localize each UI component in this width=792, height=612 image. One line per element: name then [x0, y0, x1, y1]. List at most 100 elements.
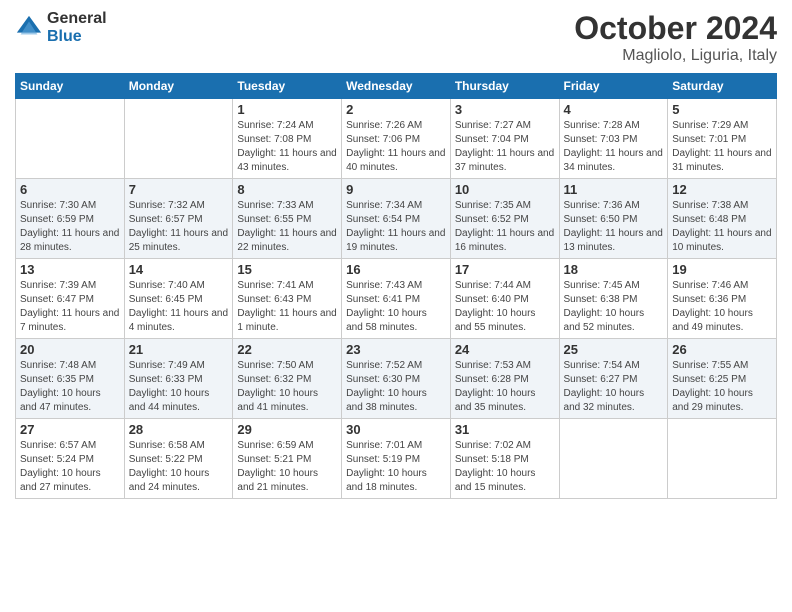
day-number: 23: [346, 342, 446, 357]
header-sunday: Sunday: [16, 74, 125, 99]
day-info: Sunrise: 7:01 AMSunset: 5:19 PMDaylight:…: [346, 439, 446, 495]
day-number: 24: [455, 342, 555, 357]
calendar-cell: 2Sunrise: 7:26 AMSunset: 7:06 PMDaylight…: [342, 99, 451, 179]
day-info: Sunrise: 7:49 AMSunset: 6:33 PMDaylight:…: [129, 359, 229, 415]
calendar-cell: [16, 99, 125, 179]
header-thursday: Thursday: [450, 74, 559, 99]
calendar-cell: 13 Sunrise: 7:39 AMSunset: 6:47 PMDayligh…: [16, 259, 125, 339]
day-info: Sunrise: 7:55 AMSunset: 6:25 PMDaylight:…: [672, 359, 772, 415]
calendar-cell: 25 Sunrise: 7:54 AMSunset: 6:27 PMDayligh…: [559, 339, 668, 419]
day-info: Sunrise: 7:29 AMSunset: 7:01 PMDaylight:…: [672, 119, 772, 175]
day-number: 20: [20, 342, 120, 357]
header-tuesday: Tuesday: [233, 74, 342, 99]
calendar-cell: 30 Sunrise: 7:01 AMSunset: 5:19 PMDayligh…: [342, 419, 451, 499]
calendar-cell: [559, 419, 668, 499]
day-info: Sunrise: 7:43 AMSunset: 6:41 PMDaylight:…: [346, 279, 446, 335]
title-block: October 2024 Magliolo, Liguria, Italy: [574, 10, 777, 65]
day-info: Sunrise: 7:50 AMSunset: 6:32 PMDaylight:…: [237, 359, 337, 415]
day-info: Sunrise: 7:24 AMSunset: 7:08 PMDaylight:…: [237, 119, 337, 175]
day-number: 10: [455, 182, 555, 197]
calendar-cell: 24Sunrise: 7:53 AMSunset: 6:28 PMDayligh…: [450, 339, 559, 419]
calendar-cell: 26 Sunrise: 7:55 AMSunset: 6:25 PMDayligh…: [668, 339, 777, 419]
logo-general: General: [47, 10, 107, 28]
calendar-cell: 29Sunrise: 6:59 AMSunset: 5:21 PMDayligh…: [233, 419, 342, 499]
header-monday: Monday: [124, 74, 233, 99]
day-number: 30: [346, 422, 446, 437]
day-number: 7: [129, 182, 229, 197]
calendar-cell: 19Sunrise: 7:46 AMSunset: 6:36 PMDayligh…: [668, 259, 777, 339]
day-info: Sunrise: 7:28 AMSunset: 7:03 PMDaylight:…: [564, 119, 664, 175]
calendar-cell: 12 Sunrise: 7:38 AMSunset: 6:48 PMDayligh…: [668, 179, 777, 259]
day-number: 21: [129, 342, 229, 357]
day-number: 15: [237, 262, 337, 277]
location: Magliolo, Liguria, Italy: [574, 47, 777, 65]
day-info: Sunrise: 7:30 AMSunset: 6:59 PMDaylight:…: [20, 199, 120, 255]
calendar-cell: 6Sunrise: 7:30 AMSunset: 6:59 PMDaylight…: [16, 179, 125, 259]
calendar-cell: 20 Sunrise: 7:48 AMSunset: 6:35 PMDayligh…: [16, 339, 125, 419]
day-number: 17: [455, 262, 555, 277]
calendar-cell: 31 Sunrise: 7:02 AMSunset: 5:18 PMDayligh…: [450, 419, 559, 499]
day-info: Sunrise: 7:45 AMSunset: 6:38 PMDaylight:…: [564, 279, 664, 335]
logo-blue: Blue: [47, 28, 107, 46]
calendar-cell: 10Sunrise: 7:35 AMSunset: 6:52 PMDayligh…: [450, 179, 559, 259]
calendar-table: SundayMondayTuesdayWednesdayThursdayFrid…: [15, 73, 777, 499]
page-container: General Blue October 2024 Magliolo, Ligu…: [0, 0, 792, 509]
day-number: 27: [20, 422, 120, 437]
day-info: Sunrise: 7:44 AMSunset: 6:40 PMDaylight:…: [455, 279, 555, 335]
calendar-cell: 15 Sunrise: 7:41 AMSunset: 6:43 PMDayligh…: [233, 259, 342, 339]
calendar-cell: 8Sunrise: 7:33 AMSunset: 6:55 PMDaylight…: [233, 179, 342, 259]
calendar-header: SundayMondayTuesdayWednesdayThursdayFrid…: [16, 74, 777, 99]
header: General Blue October 2024 Magliolo, Ligu…: [15, 10, 777, 65]
day-info: Sunrise: 7:52 AMSunset: 6:30 PMDaylight:…: [346, 359, 446, 415]
day-info: Sunrise: 6:57 AMSunset: 5:24 PMDaylight:…: [20, 439, 120, 495]
logo-text: General Blue: [47, 10, 107, 45]
day-info: Sunrise: 6:58 AMSunset: 5:22 PMDaylight:…: [129, 439, 229, 495]
day-number: 31: [455, 422, 555, 437]
day-number: 13: [20, 262, 120, 277]
day-info: Sunrise: 7:48 AMSunset: 6:35 PMDaylight:…: [20, 359, 120, 415]
calendar-cell: 27 Sunrise: 6:57 AMSunset: 5:24 PMDayligh…: [16, 419, 125, 499]
header-saturday: Saturday: [668, 74, 777, 99]
day-info: Sunrise: 7:41 AMSunset: 6:43 PMDaylight:…: [237, 279, 337, 335]
logo: General Blue: [15, 10, 107, 45]
day-number: 22: [237, 342, 337, 357]
day-info: Sunrise: 7:34 AMSunset: 6:54 PMDaylight:…: [346, 199, 446, 255]
calendar-cell: 11Sunrise: 7:36 AMSunset: 6:50 PMDayligh…: [559, 179, 668, 259]
day-info: Sunrise: 7:39 AMSunset: 6:47 PMDaylight:…: [20, 279, 120, 335]
day-number: 1: [237, 102, 337, 117]
calendar-cell: 23 Sunrise: 7:52 AMSunset: 6:30 PMDayligh…: [342, 339, 451, 419]
day-info: Sunrise: 7:54 AMSunset: 6:27 PMDaylight:…: [564, 359, 664, 415]
month-title: October 2024: [574, 10, 777, 47]
calendar-cell: 16 Sunrise: 7:43 AMSunset: 6:41 PMDayligh…: [342, 259, 451, 339]
calendar-cell: [668, 419, 777, 499]
day-number: 19: [672, 262, 772, 277]
day-info: Sunrise: 7:38 AMSunset: 6:48 PMDaylight:…: [672, 199, 772, 255]
day-number: 12: [672, 182, 772, 197]
day-number: 3: [455, 102, 555, 117]
day-number: 2: [346, 102, 446, 117]
calendar-cell: 4 Sunrise: 7:28 AMSunset: 7:03 PMDaylight…: [559, 99, 668, 179]
calendar-cell: 9 Sunrise: 7:34 AMSunset: 6:54 PMDaylight…: [342, 179, 451, 259]
day-number: 25: [564, 342, 664, 357]
day-number: 9: [346, 182, 446, 197]
calendar-cell: 22 Sunrise: 7:50 AMSunset: 6:32 PMDayligh…: [233, 339, 342, 419]
day-info: Sunrise: 7:02 AMSunset: 5:18 PMDaylight:…: [455, 439, 555, 495]
day-number: 8: [237, 182, 337, 197]
logo-icon: [15, 14, 43, 42]
day-number: 4: [564, 102, 664, 117]
day-number: 16: [346, 262, 446, 277]
calendar-cell: 18 Sunrise: 7:45 AMSunset: 6:38 PMDayligh…: [559, 259, 668, 339]
day-number: 14: [129, 262, 229, 277]
day-info: Sunrise: 7:40 AMSunset: 6:45 PMDaylight:…: [129, 279, 229, 335]
day-info: Sunrise: 7:32 AMSunset: 6:57 PMDaylight:…: [129, 199, 229, 255]
day-number: 28: [129, 422, 229, 437]
day-number: 18: [564, 262, 664, 277]
calendar-cell: 7 Sunrise: 7:32 AMSunset: 6:57 PMDaylight…: [124, 179, 233, 259]
day-number: 11: [564, 182, 664, 197]
calendar-cell: 17 Sunrise: 7:44 AMSunset: 6:40 PMDayligh…: [450, 259, 559, 339]
day-number: 26: [672, 342, 772, 357]
calendar-cell: [124, 99, 233, 179]
calendar-cell: 14 Sunrise: 7:40 AMSunset: 6:45 PMDayligh…: [124, 259, 233, 339]
day-info: Sunrise: 6:59 AMSunset: 5:21 PMDaylight:…: [237, 439, 337, 495]
header-wednesday: Wednesday: [342, 74, 451, 99]
